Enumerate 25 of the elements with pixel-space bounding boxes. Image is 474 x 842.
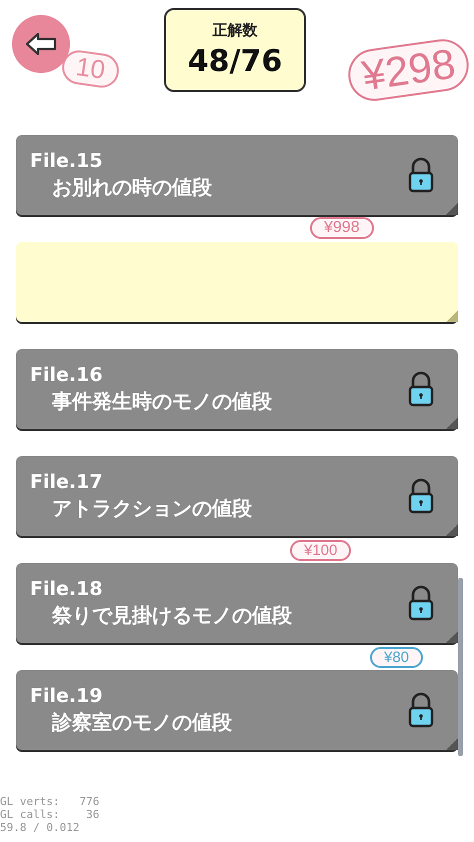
debug-stats-text: GL calls: 36 [0, 808, 100, 821]
file-number: File.16 [30, 364, 104, 386]
file-card[interactable]: File.17 アトラクションの値段 [16, 456, 458, 536]
file-title: 診察室のモノの値段 [50, 708, 232, 736]
file-title: アトラクションの値段 [51, 494, 252, 522]
file-title: 事件発生時のモノの値段 [51, 388, 272, 414]
file-number: File.15 [30, 150, 104, 172]
file-title: お別れの時の値段 [51, 174, 212, 200]
file-card[interactable]: File.18 祭りで見掛けるモノの値段 [16, 563, 458, 643]
file-card[interactable]: File.15 お別れの時の値段 [16, 135, 458, 215]
price-tag: ¥998 [310, 217, 374, 240]
score-label: 正解数 [212, 21, 258, 40]
file-title: 祭りで見掛けるモノの値段 [50, 602, 292, 628]
file-number: File.18 [30, 578, 104, 600]
debug-stats-text: 59.8 / 0.012 [0, 821, 80, 834]
debug-stats-text: GL verts: 776 [0, 795, 100, 808]
score-value: 48/76 [188, 44, 282, 79]
back-arrow-icon [25, 32, 57, 56]
file-number: File.19 [30, 684, 104, 706]
file-card[interactable]: File.19 診察室のモノの値段 [16, 670, 458, 750]
price-tag: ¥100 [290, 540, 352, 562]
price-tag: 10 [60, 48, 121, 90]
file-card[interactable]: File.16 事件発生時のモノの値段 [16, 349, 458, 429]
price-tag: ¥80 [370, 647, 424, 668]
file-number: File.17 [30, 470, 104, 492]
